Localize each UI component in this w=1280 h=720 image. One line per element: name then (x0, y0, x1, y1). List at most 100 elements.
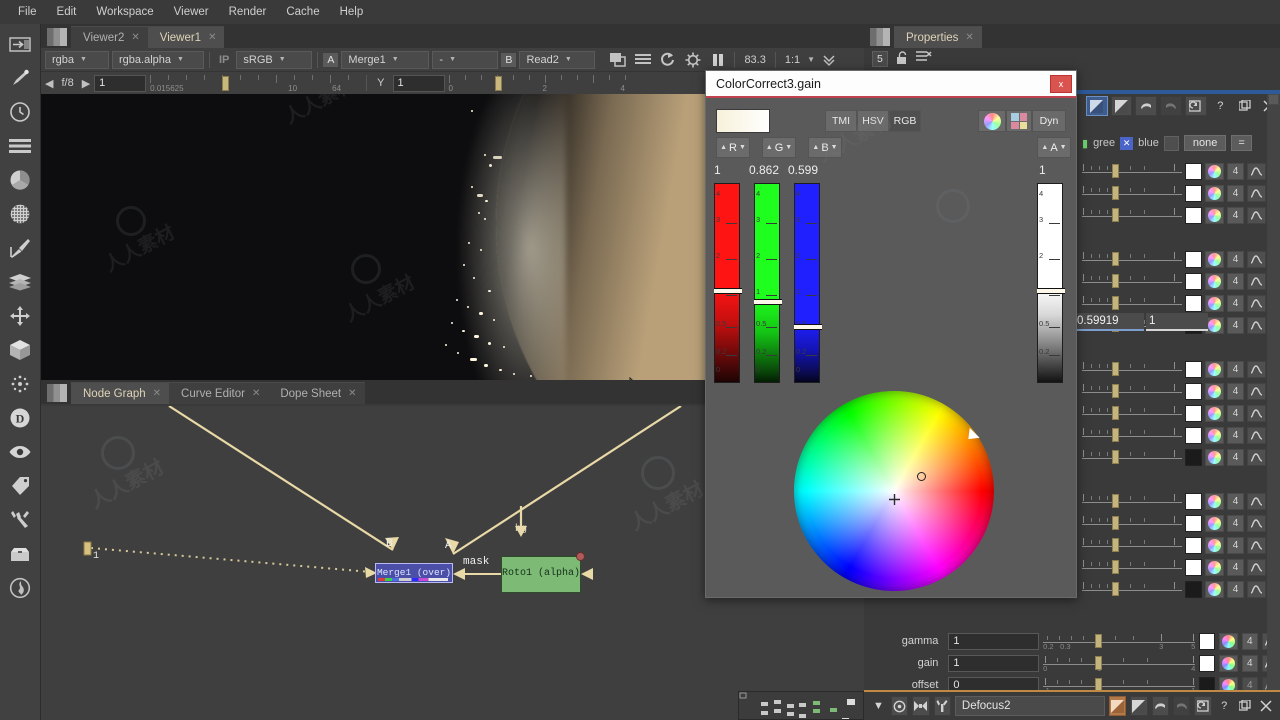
panel-grip-icon[interactable] (870, 28, 890, 46)
property-animation-icon[interactable] (1247, 558, 1266, 576)
mode-tmi-button[interactable]: TMI (825, 110, 857, 132)
r-channel-header[interactable]: ▲ R ▼ (716, 137, 750, 158)
property-colorwheel-icon[interactable] (1205, 382, 1224, 400)
color-wheel-value-marker[interactable] (917, 472, 926, 481)
property-color-swatch[interactable] (1185, 272, 1202, 290)
wipe-icon[interactable] (632, 51, 654, 69)
panel-grip-icon[interactable] (47, 28, 67, 46)
property-animation-icon[interactable] (1247, 250, 1266, 268)
mode-hsv-button[interactable]: HSV (857, 110, 889, 132)
property-colorwheel-icon[interactable] (1205, 294, 1224, 312)
property-channel-button[interactable]: 4 (1227, 294, 1244, 312)
a-slider-marker[interactable] (1037, 288, 1065, 294)
channels-dropdown[interactable]: rgba ▼ (45, 50, 109, 69)
property-slider[interactable] (1082, 581, 1182, 598)
keyer-node-icon[interactable] (6, 236, 34, 260)
chevron-up-icon[interactable]: ▲ (720, 144, 727, 151)
pause-icon[interactable] (707, 51, 729, 69)
color-swatches-icon[interactable] (1006, 110, 1032, 132)
property-channel-button[interactable]: 4 (1227, 448, 1244, 466)
max-panels-input[interactable]: 5 (872, 51, 888, 67)
property-slider[interactable] (1082, 537, 1182, 554)
property-slider[interactable] (1082, 493, 1182, 510)
gamma-channel-button[interactable]: 4 (1241, 632, 1258, 650)
property-animation-icon[interactable] (1247, 360, 1266, 378)
node-enable-icon[interactable] (1086, 96, 1108, 116)
property-colorwheel-icon[interactable] (1205, 162, 1224, 180)
property-color-swatch[interactable] (1185, 206, 1202, 224)
equals-button[interactable]: = (1231, 135, 1252, 151)
property-colorwheel-icon[interactable] (1205, 426, 1224, 444)
menu-item-file[interactable]: File (8, 3, 47, 21)
menu-item-help[interactable]: Help (330, 3, 374, 21)
g-channel-slider[interactable]: 4 3 2 1 0.5 0.2 0 (754, 183, 782, 383)
property-colorwheel-icon[interactable] (1205, 514, 1224, 532)
property-animation-icon[interactable] (1247, 492, 1266, 510)
gain-slider[interactable]: 0.015625 1 10 64 (150, 74, 360, 93)
current-node-field[interactable]: Defocus2 (954, 696, 1105, 716)
color-node-icon[interactable] (6, 168, 34, 192)
property-color-swatch[interactable] (1185, 184, 1202, 202)
chevron-up-icon[interactable]: ▲ (1041, 144, 1048, 151)
gain-slider-handle[interactable] (222, 75, 230, 91)
chevron-up-icon[interactable]: ▲ (766, 144, 773, 151)
mode-rgb-button[interactable]: RGB (889, 110, 921, 132)
property-animation-icon[interactable] (1247, 536, 1266, 554)
close-icon[interactable]: ✕ (153, 388, 161, 399)
proxy-icon[interactable] (682, 51, 704, 69)
refresh-icon[interactable] (657, 51, 679, 69)
gamma-input[interactable]: 1 (392, 74, 445, 92)
property-colorwheel-icon[interactable] (1205, 536, 1224, 554)
property-animation-icon[interactable] (1247, 272, 1266, 290)
chevron-down-icon[interactable]: ▼ (739, 144, 746, 151)
property-channel-button[interactable]: 4 (1227, 316, 1244, 334)
property-colorwheel-icon[interactable] (1205, 250, 1224, 268)
scroll-up-icon[interactable] (1268, 94, 1279, 105)
property-slider[interactable] (1082, 559, 1182, 576)
draw-node-icon[interactable] (6, 66, 34, 90)
mask-dropdown[interactable]: none (1183, 135, 1227, 151)
proxy-mode-label[interactable]: f/8 (57, 77, 77, 89)
property-colorwheel-icon[interactable] (1205, 404, 1224, 422)
chevron-down-icon[interactable]: ▼ (807, 55, 815, 64)
property-colorwheel-icon[interactable] (1205, 184, 1224, 202)
property-channel-button[interactable]: 4 (1227, 272, 1244, 290)
color-wheel-toggle-icon[interactable] (978, 110, 1006, 132)
tab-curve-editor[interactable]: Curve Editor ✕ (169, 382, 269, 404)
property-animation-icon[interactable] (1247, 448, 1266, 466)
channel-node-icon[interactable] (6, 134, 34, 158)
g-channel-header[interactable]: ▲ G ▼ (762, 137, 796, 158)
zoom-level[interactable]: 83.3 (740, 54, 769, 66)
highlighted-secondary-field[interactable]: 1 (1146, 313, 1208, 331)
prev-frame-icon[interactable]: ◀ (45, 77, 53, 90)
node-roto1-marker[interactable] (576, 552, 585, 561)
colorspace-dropdown[interactable]: sRGB ▼ (236, 50, 313, 69)
operation-dropdown[interactable]: - ▼ (432, 50, 499, 69)
unlock-icon[interactable] (895, 50, 909, 68)
revert-icon[interactable] (1184, 96, 1207, 116)
float-icon[interactable] (1234, 96, 1256, 116)
panel-grip-icon[interactable] (47, 384, 67, 402)
chevron-down-icon[interactable]: ▼ (785, 144, 792, 151)
redo-icon[interactable] (1173, 696, 1191, 716)
gain-color-swatch[interactable] (1199, 654, 1216, 672)
a-channel-header[interactable]: ▲ A ▼ (1037, 137, 1071, 158)
b-channel-header[interactable]: ▲ B ▼ (808, 137, 842, 158)
property-slider[interactable] (1082, 207, 1182, 224)
property-color-swatch[interactable] (1185, 294, 1202, 312)
property-slider[interactable] (1082, 427, 1182, 444)
filter-node-icon[interactable] (6, 202, 34, 226)
zoom-ratio[interactable]: 1:1 (781, 54, 804, 66)
property-color-swatch[interactable] (1185, 162, 1202, 180)
menu-item-cache[interactable]: Cache (276, 3, 329, 21)
alpha-channel-checkbox[interactable] (1163, 135, 1179, 151)
close-icon[interactable]: ✕ (131, 32, 139, 43)
node-mask-icon[interactable] (1110, 96, 1133, 116)
property-color-swatch[interactable] (1185, 492, 1202, 510)
property-slider[interactable] (1082, 515, 1182, 532)
property-slider[interactable] (1082, 449, 1182, 466)
property-colorwheel-icon[interactable] (1205, 206, 1224, 224)
property-color-swatch[interactable] (1185, 250, 1202, 268)
property-channel-button[interactable]: 4 (1227, 162, 1244, 180)
image-node-icon[interactable] (6, 32, 34, 56)
